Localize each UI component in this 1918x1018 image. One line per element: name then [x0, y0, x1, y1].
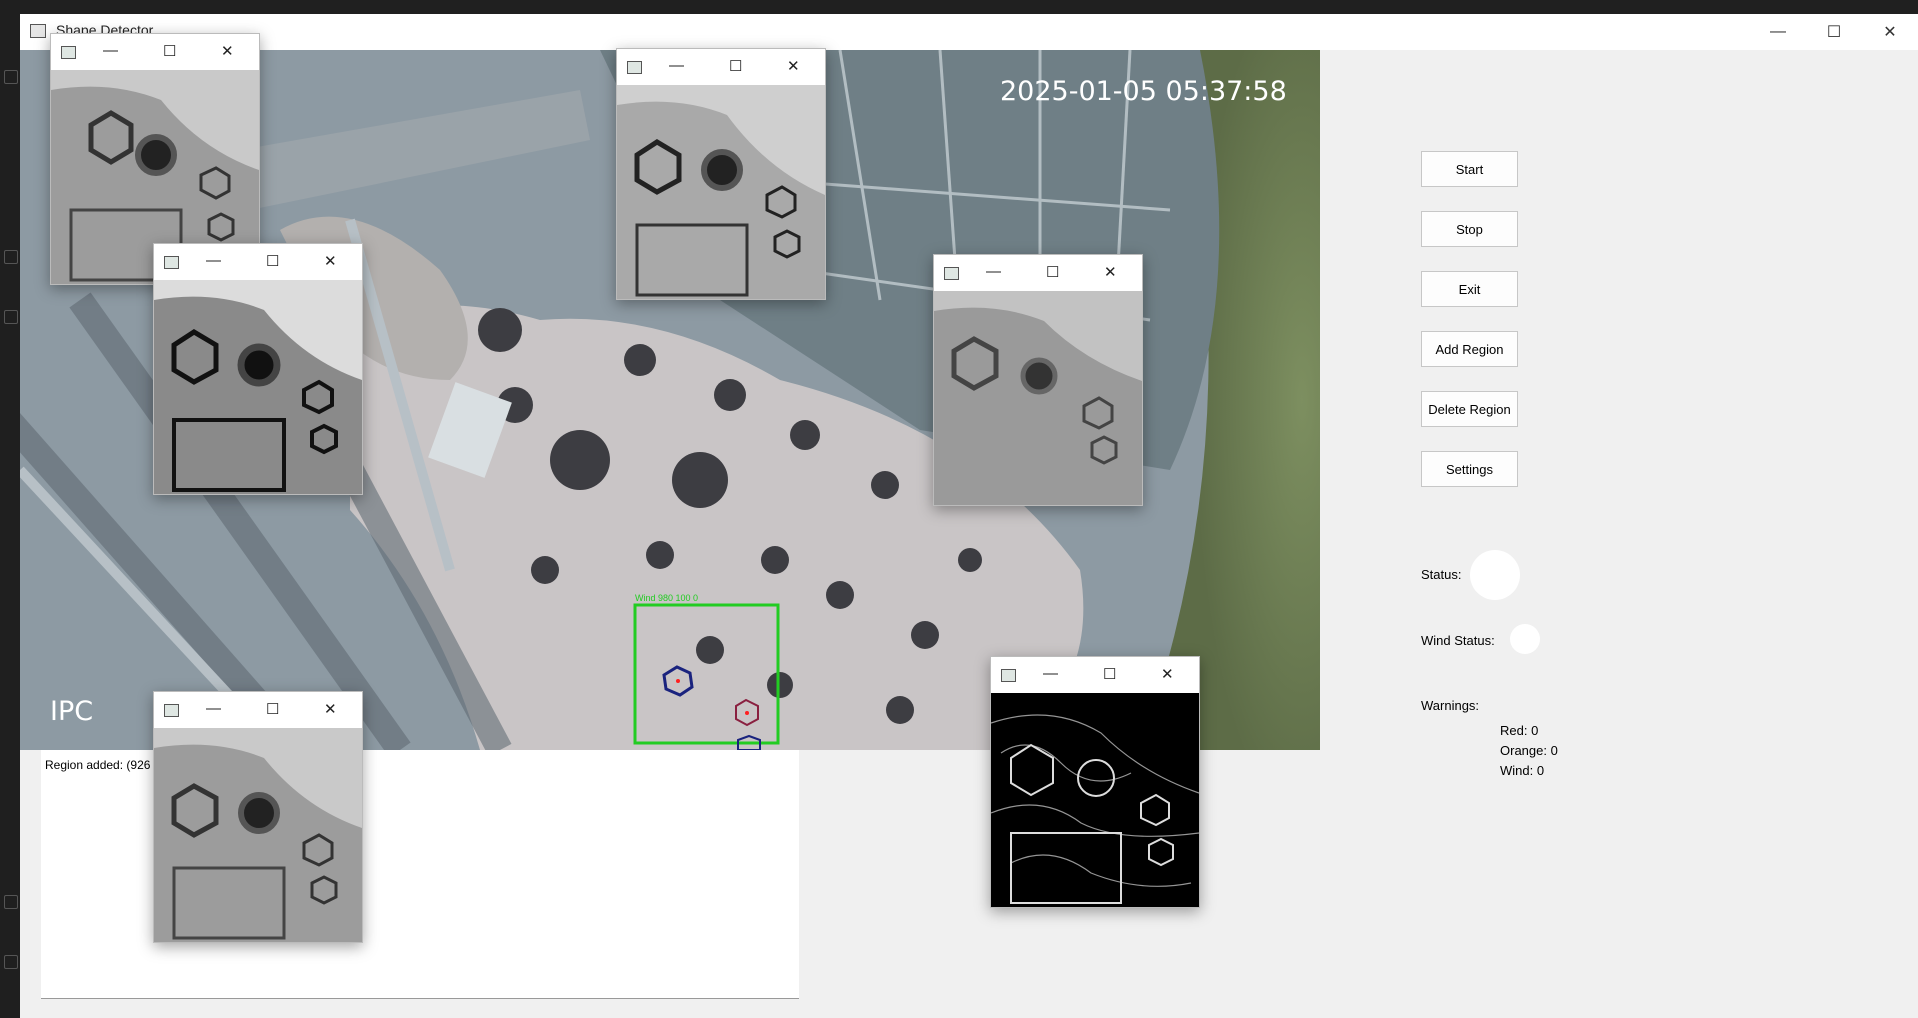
preview-minimize-button[interactable]: —: [669, 57, 684, 74]
preview-app-icon: [164, 256, 179, 269]
warnings-red: Red: 0: [1500, 723, 1539, 738]
stop-button[interactable]: Stop: [1421, 211, 1518, 247]
preview-close-button[interactable]: ✕: [1104, 263, 1117, 281]
preview-title-bar: — ☐ ✕: [617, 49, 825, 85]
preview-maximize-button[interactable]: ☐: [266, 700, 279, 718]
feed-camera-label: IPC: [50, 696, 93, 727]
feed-timestamp: 2025-01-05 05:37:58: [1000, 76, 1287, 107]
preview-window-smoothed[interactable]: — ☐ ✕: [153, 691, 363, 943]
status-indicator: [1470, 550, 1520, 600]
preview-title-bar: — ☐ ✕: [154, 692, 362, 728]
warnings-orange: Orange: 0: [1500, 743, 1558, 758]
preview-image: [154, 280, 362, 494]
add-region-button[interactable]: Add Region: [1421, 331, 1518, 367]
preview-close-button[interactable]: ✕: [787, 57, 800, 75]
preview-close-button[interactable]: ✕: [1161, 665, 1174, 683]
preview-maximize-button[interactable]: ☐: [1046, 263, 1059, 281]
warnings-label: Warnings:: [1421, 698, 1480, 713]
preview-minimize-button[interactable]: —: [206, 700, 221, 717]
extensions-icon: [4, 250, 18, 264]
preview-window-filtered[interactable]: — ☐ ✕: [616, 48, 826, 300]
preview-title-bar: — ☐ ✕: [154, 244, 362, 280]
preview-minimize-button[interactable]: —: [103, 42, 118, 59]
preview-minimize-button[interactable]: —: [1043, 665, 1058, 682]
wind-status-label: Wind Status:: [1421, 633, 1495, 648]
preview-title-bar: — ☐ ✕: [934, 255, 1142, 291]
preview-window-contrast[interactable]: — ☐ ✕: [153, 243, 363, 495]
preview-image: [154, 728, 362, 942]
preview-maximize-button[interactable]: ☐: [1103, 665, 1116, 683]
preview-image: [617, 85, 825, 299]
delete-region-button[interactable]: Delete Region: [1421, 391, 1518, 427]
preview-close-button[interactable]: ✕: [324, 252, 337, 270]
maximize-button[interactable]: ☐: [1806, 14, 1862, 50]
preview-app-icon: [1001, 669, 1016, 682]
close-button[interactable]: ✕: [1862, 14, 1918, 50]
preview-close-button[interactable]: ✕: [324, 700, 337, 718]
preview-window-edges[interactable]: — ☐ ✕: [990, 656, 1200, 908]
preview-app-icon: [61, 46, 76, 59]
preview-maximize-button[interactable]: ☐: [266, 252, 279, 270]
log-line: Region added: (926: [45, 758, 151, 772]
preview-close-button[interactable]: ✕: [221, 42, 234, 60]
preview-image: [934, 291, 1142, 505]
background-desktop-strip: [0, 0, 1918, 14]
svg-text:Wind 980 100 0: Wind 980 100 0: [635, 593, 698, 603]
minimize-button[interactable]: —: [1750, 14, 1806, 50]
preview-maximize-button[interactable]: ☐: [729, 57, 742, 75]
preview-app-icon: [944, 267, 959, 280]
title-bar: Shape Detector — ☐ ✕: [20, 14, 1918, 50]
preview-title-bar: — ☐ ✕: [991, 657, 1199, 693]
preview-minimize-button[interactable]: —: [986, 263, 1001, 280]
preview-image: [991, 693, 1199, 907]
exit-button[interactable]: Exit: [1421, 271, 1518, 307]
settings-icon: [4, 955, 18, 969]
preview-minimize-button[interactable]: —: [206, 252, 221, 269]
settings-button[interactable]: Settings: [1421, 451, 1518, 487]
background-editor-sidebar: [0, 0, 20, 1018]
preview-title-bar: — ☐ ✕: [51, 34, 259, 70]
preview-app-icon: [164, 704, 179, 717]
account-icon: [4, 895, 18, 909]
warnings-wind: Wind: 0: [1500, 763, 1545, 778]
preview-app-icon: [627, 61, 642, 74]
app-icon: [30, 24, 46, 38]
explorer-icon: [4, 70, 18, 84]
preview-window-blurred[interactable]: — ☐ ✕: [933, 254, 1143, 506]
preview-maximize-button[interactable]: ☐: [163, 42, 176, 60]
wind-status-indicator: [1510, 624, 1540, 654]
panel-icon: [4, 310, 18, 324]
status-label: Status:: [1421, 567, 1462, 582]
start-button[interactable]: Start: [1421, 151, 1518, 187]
